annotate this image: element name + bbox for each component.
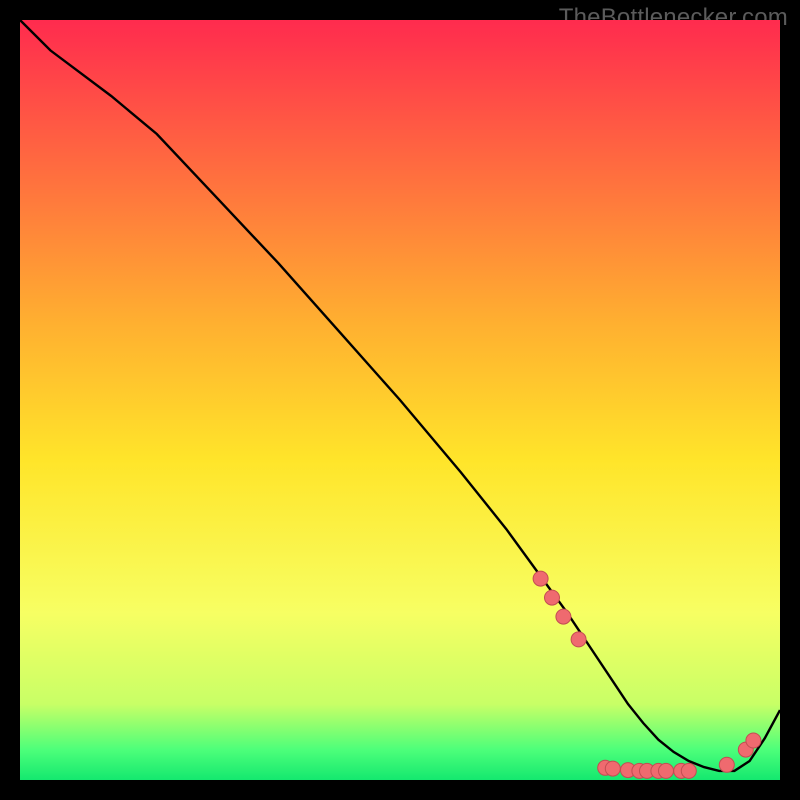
data-marker <box>659 763 674 778</box>
chart-svg <box>20 20 780 780</box>
data-marker <box>681 763 696 778</box>
data-marker <box>533 571 548 586</box>
data-marker <box>545 590 560 605</box>
data-marker <box>719 757 734 772</box>
data-marker <box>605 761 620 776</box>
data-marker <box>571 632 586 647</box>
data-marker <box>556 609 571 624</box>
chart-frame: TheBottlenecker.com <box>0 0 800 800</box>
plot-area <box>20 20 780 780</box>
data-marker <box>746 733 761 748</box>
